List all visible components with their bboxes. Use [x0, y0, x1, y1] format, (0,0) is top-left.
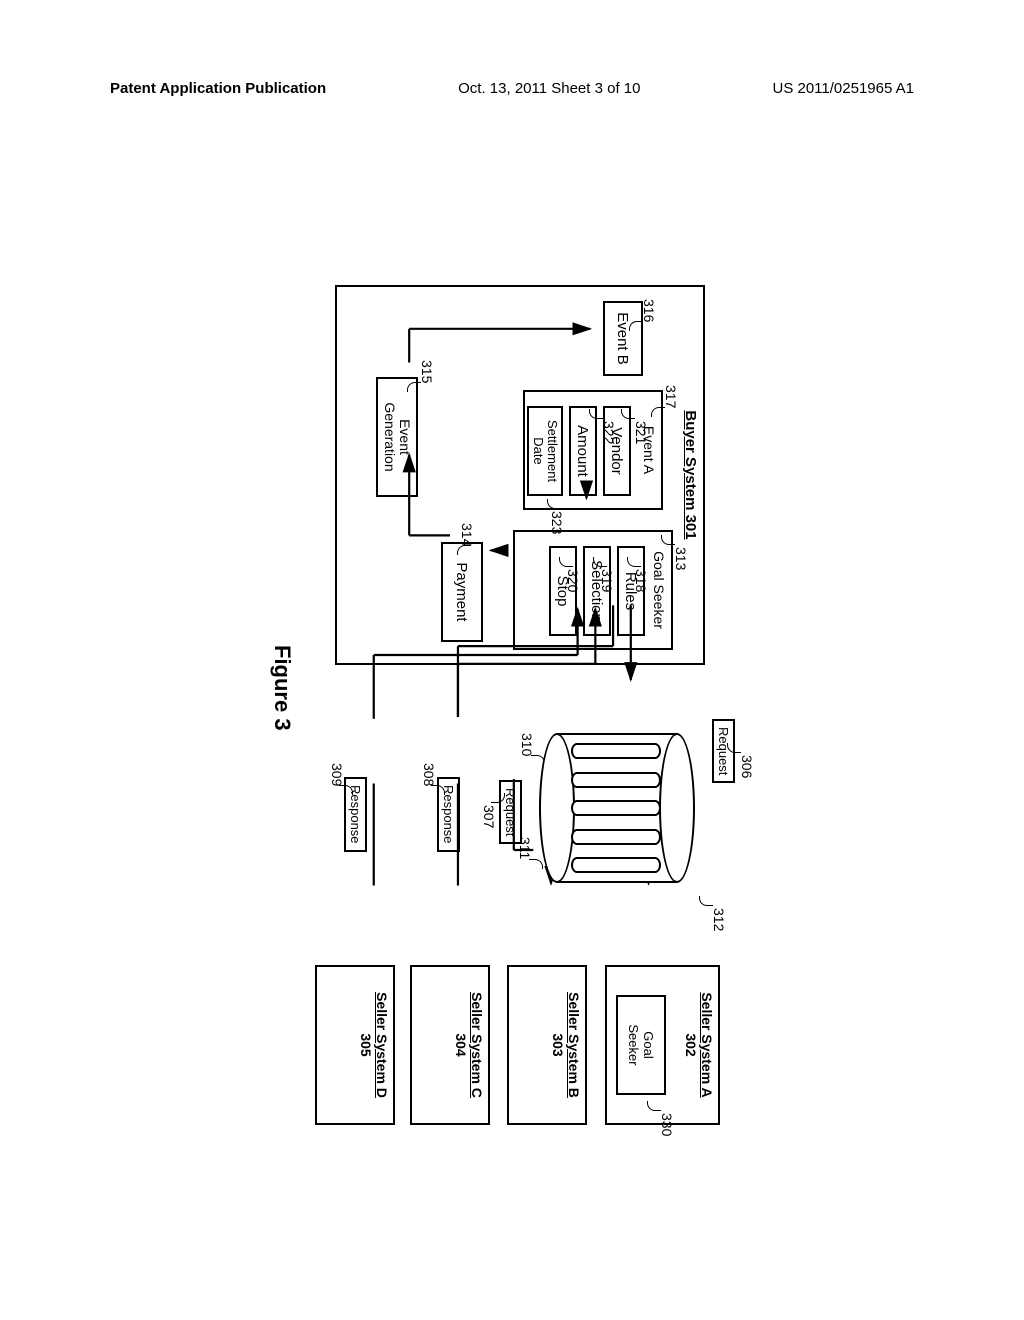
goal-seeker-label: Goal Seeker — [651, 532, 667, 648]
header-center: Oct. 13, 2011 Sheet 3 of 10 — [458, 80, 640, 97]
seller-a-box: Seller System A 302 Goal Seeker — [605, 965, 720, 1125]
ref-314: 314 — [459, 523, 475, 546]
ref-312: 312 — [711, 908, 727, 931]
seller-d-title: Seller System D — [374, 967, 390, 1123]
goal-seeker-box: Goal Seeker Rules Selection Stop — [513, 530, 673, 650]
request-307-box: Request — [499, 780, 522, 844]
amount-label: Amount — [575, 425, 592, 477]
ref-317: 317 — [663, 385, 679, 408]
seller-c-box: Seller System C 304 — [410, 965, 490, 1125]
ref-309: 309 — [329, 763, 345, 786]
ref-313: 313 — [673, 547, 689, 570]
amount-box: Amount — [569, 406, 597, 496]
vendor-box: Vendor — [603, 406, 631, 496]
network-node — [545, 733, 695, 883]
seller-a-title: Seller System A — [699, 967, 715, 1123]
request-307-label: Request — [503, 788, 518, 836]
seller-b-title: Seller System B — [566, 967, 582, 1123]
seller-a-num: 302 — [683, 967, 699, 1123]
buyer-title: Buyer System 301 — [682, 287, 699, 663]
buyer-system-box: Buyer System 301 Event B Event A Vendor … — [335, 285, 705, 665]
ref-306: 306 — [739, 755, 755, 778]
seller-c-num: 304 — [453, 967, 469, 1123]
seller-b-num: 303 — [550, 967, 566, 1123]
ref-320: 320 — [565, 569, 581, 592]
ref-315: 315 — [419, 360, 435, 383]
ref-321: 321 — [633, 421, 649, 444]
payment-label: Payment — [454, 562, 471, 621]
event-b-label: Event B — [615, 312, 632, 365]
ref-308: 308 — [421, 763, 437, 786]
event-b-box: Event B — [603, 301, 643, 376]
seller-a-goal-seeker-box: Goal Seeker — [616, 995, 666, 1095]
seller-c-title: Seller System C — [469, 967, 485, 1123]
seller-b-box: Seller System B 303 — [507, 965, 587, 1125]
header-right: US 2011/0251965 A1 — [772, 80, 914, 97]
ref-330: 330 — [659, 1113, 675, 1136]
request-306-label: Request — [716, 727, 731, 775]
seller-d-num: 305 — [358, 967, 374, 1123]
ref-318: 318 — [633, 569, 649, 592]
settlement-label: Settlement Date — [531, 420, 558, 482]
event-generation-box: Event Generation — [376, 377, 418, 497]
figure-label: Figure 3 — [269, 645, 295, 731]
ref-319: 319 — [599, 569, 615, 592]
ref-323: 323 — [549, 511, 565, 534]
ref-311: 311 — [517, 837, 533, 859]
header-left: Patent Application Publication — [110, 80, 326, 97]
seller-a-goal-seeker-label: Goal Seeker — [626, 1024, 656, 1065]
ref-310: 310 — [519, 733, 535, 756]
settlement-date-box: Settlement Date — [527, 406, 563, 496]
ref-316: 316 — [641, 299, 657, 322]
ref-322: 322 — [601, 421, 617, 444]
ref-307: 307 — [481, 805, 497, 828]
seller-d-box: Seller System D 305 — [315, 965, 395, 1125]
event-generation-label: Event Generation — [382, 402, 413, 471]
page-header: Patent Application Publication Oct. 13, … — [0, 80, 1024, 97]
figure-3-diagram: Buyer System 301 Event B Event A Vendor … — [45, 265, 995, 1045]
event-a-box: Event A Vendor Amount Settlement Date — [523, 390, 663, 510]
payment-box: Payment — [441, 542, 483, 642]
